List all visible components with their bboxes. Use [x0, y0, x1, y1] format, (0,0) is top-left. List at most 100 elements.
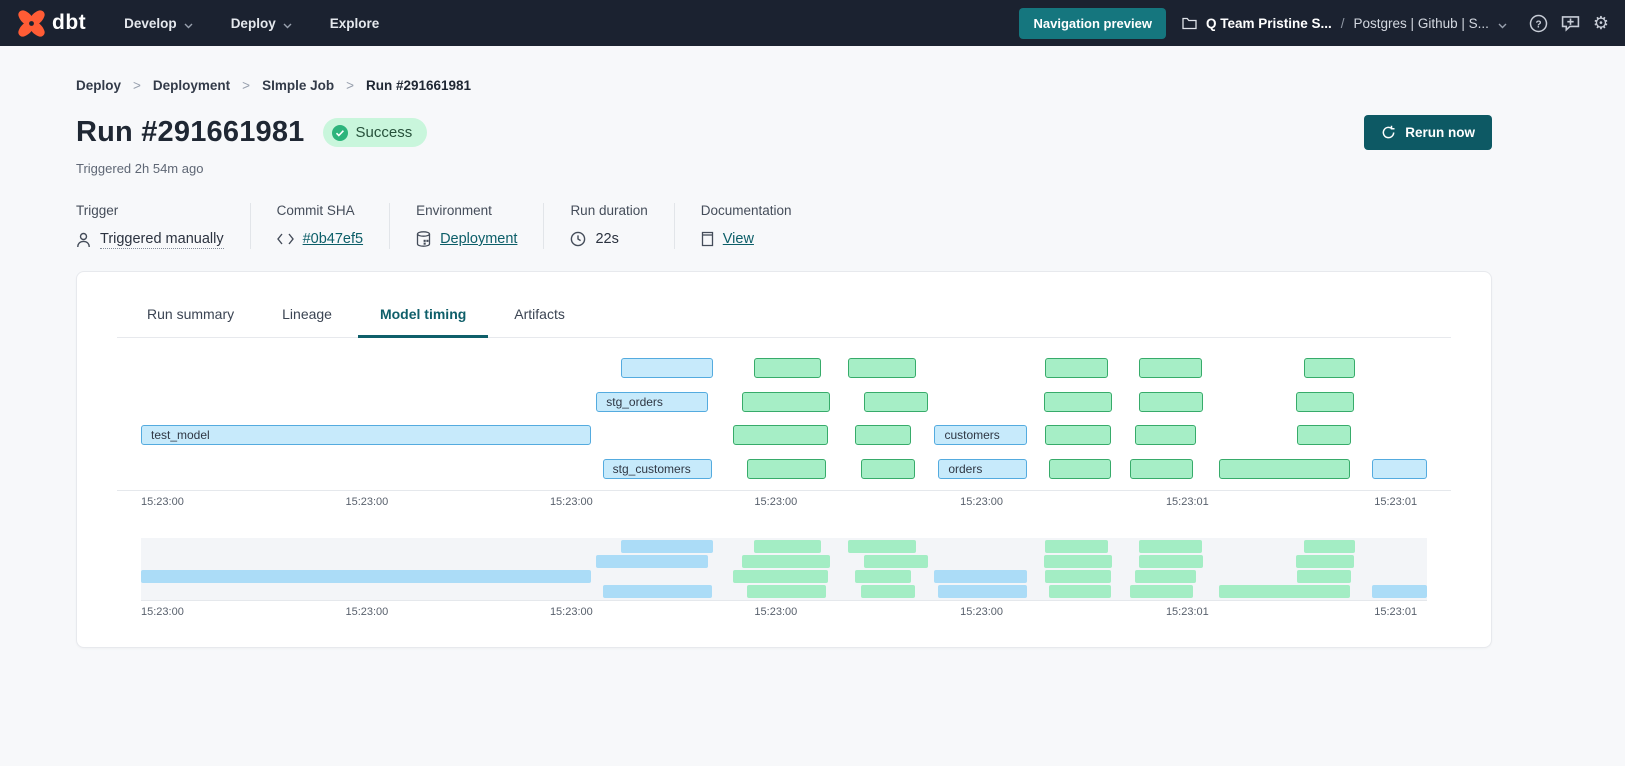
breadcrumb-run: Run #291661981 [366, 78, 471, 93]
documentation-view-link[interactable]: View [723, 231, 754, 247]
timing-bar[interactable] [1049, 459, 1111, 479]
dbt-logo-text: dbt [52, 11, 86, 35]
mini-timing-bar [1045, 540, 1108, 553]
meta-label: Environment [416, 203, 517, 218]
meta-value-trigger: Triggered manually [100, 231, 224, 249]
refresh-icon [1381, 125, 1396, 140]
account-project-selector[interactable]: Q Team Pristine S... / Postgres | Github… [1182, 13, 1507, 34]
chevron-down-icon [283, 17, 292, 32]
mini-ticks: 15:23:0015:23:0015:23:0015:23:0015:23:00… [141, 606, 1427, 621]
breadcrumb-separator: > [242, 78, 250, 93]
run-meta-row: Trigger Triggered manually Commit SHA #0… [76, 203, 1492, 249]
tab-lineage[interactable]: Lineage [260, 294, 354, 338]
tab-artifacts[interactable]: Artifacts [492, 294, 587, 338]
tick-label: 15:23:00 [141, 496, 184, 508]
timing-bar[interactable] [864, 392, 928, 412]
breadcrumb-deployment[interactable]: Deployment [153, 78, 230, 93]
main-content: Deploy > Deployment > SImple Job > Run #… [0, 46, 1625, 648]
breadcrumb-simple-job[interactable]: SImple Job [262, 78, 334, 93]
nav-explore-label: Explore [330, 16, 380, 31]
mini-timing-bar [1139, 555, 1203, 568]
navigation-preview-button[interactable]: Navigation preview [1019, 8, 1165, 39]
breadcrumb-separator: > [133, 78, 141, 93]
timing-bar[interactable] [1372, 459, 1427, 479]
timing-bar[interactable]: stg_orders [596, 392, 708, 412]
timing-bar[interactable] [1045, 425, 1111, 445]
nav-deploy-label: Deploy [231, 16, 276, 31]
timing-axis-line [117, 490, 1451, 491]
timing-bar[interactable] [742, 392, 831, 412]
environment-link[interactable]: Deployment [440, 231, 517, 247]
mini-timing-bar [864, 555, 928, 568]
breadcrumb: Deploy > Deployment > SImple Job > Run #… [76, 78, 1492, 93]
mini-timing-bar [754, 540, 821, 553]
nav-develop[interactable]: Develop [124, 15, 193, 32]
nav-explore[interactable]: Explore [330, 16, 380, 31]
meta-label: Documentation [701, 203, 792, 218]
help-icon[interactable]: ? [1529, 14, 1548, 33]
mini-timing-bar [1139, 540, 1202, 553]
main-nav: Develop Deploy Explore [124, 15, 379, 32]
mini-timing-bar [938, 585, 1027, 598]
timing-bar[interactable] [733, 425, 828, 445]
feedback-icon[interactable] [1561, 15, 1580, 32]
timing-bar[interactable] [1045, 358, 1108, 378]
mini-timing-bar [1044, 555, 1112, 568]
status-badge: Success [323, 118, 428, 147]
top-navbar: dbt Develop Deploy Explore Navigation pr… [0, 0, 1625, 46]
tick-label: 15:23:00 [550, 496, 593, 508]
timing-bar[interactable] [1130, 459, 1193, 479]
tick-label: 15:23:00 [550, 606, 593, 618]
mini-timing-bar [1297, 570, 1351, 583]
timing-bar[interactable]: stg_customers [603, 459, 712, 479]
meta-run-duration: Run duration 22s [570, 203, 674, 249]
timing-bar[interactable] [754, 358, 821, 378]
meta-label: Run duration [570, 203, 647, 218]
breadcrumb-deploy[interactable]: Deploy [76, 78, 121, 93]
tab-run-summary[interactable]: Run summary [125, 294, 256, 338]
commit-sha-link[interactable]: #0b47ef5 [303, 231, 363, 247]
timing-bar[interactable] [1297, 425, 1351, 445]
clock-icon [570, 231, 586, 247]
tab-model-timing[interactable]: Model timing [358, 294, 488, 338]
mini-timing-bar [1372, 585, 1427, 598]
tick-label: 15:23:01 [1166, 496, 1209, 508]
timing-bar[interactable]: orders [938, 459, 1027, 479]
meta-commit-sha: Commit SHA #0b47ef5 [277, 203, 390, 249]
nav-deploy[interactable]: Deploy [231, 15, 292, 32]
timing-bar[interactable] [1139, 392, 1203, 412]
page-title: Run #291661981 [76, 116, 305, 149]
mini-timing-bar [1219, 585, 1350, 598]
gear-icon[interactable]: ⚙ [1593, 14, 1609, 32]
chevron-down-icon [1498, 16, 1507, 34]
tick-label: 15:23:00 [960, 606, 1003, 618]
mini-timing-bar [1296, 555, 1354, 568]
timing-bar[interactable] [747, 459, 827, 479]
timing-bar[interactable] [1304, 358, 1355, 378]
timing-bar[interactable] [1139, 358, 1202, 378]
mini-axis-line [141, 600, 1427, 601]
bar-label: customers [935, 428, 999, 442]
timing-bar[interactable]: test_model [141, 425, 591, 445]
rerun-now-label: Rerun now [1405, 125, 1475, 140]
dbt-logo[interactable]: dbt [18, 10, 86, 37]
triggered-ago-text: Triggered 2h 54m ago [76, 161, 1492, 176]
timing-bar[interactable] [1044, 392, 1112, 412]
timing-bar[interactable] [1135, 425, 1195, 445]
timing-bar[interactable]: customers [934, 425, 1027, 445]
timing-bar[interactable] [1219, 459, 1350, 479]
folder-icon [1182, 17, 1197, 30]
timing-bar[interactable] [1296, 392, 1354, 412]
mini-timing-bar [848, 540, 916, 553]
meta-value-duration: 22s [595, 231, 618, 247]
database-icon [416, 231, 431, 247]
timing-bar[interactable] [855, 425, 912, 445]
rerun-now-button[interactable]: Rerun now [1364, 115, 1492, 150]
tick-label: 15:23:00 [345, 496, 388, 508]
tick-label: 15:23:01 [1166, 606, 1209, 618]
timing-bar[interactable] [848, 358, 916, 378]
timing-bar[interactable] [861, 459, 915, 479]
timing-bar[interactable] [621, 358, 714, 378]
meta-documentation: Documentation View [701, 203, 818, 249]
mini-timing-bar [1130, 585, 1193, 598]
